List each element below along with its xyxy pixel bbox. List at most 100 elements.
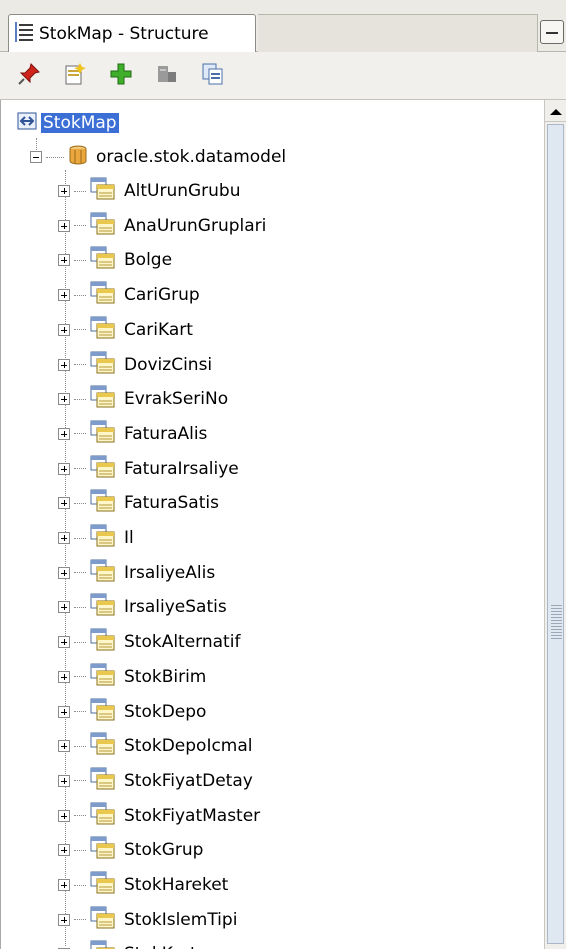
action-button[interactable]: [154, 63, 180, 89]
expand-toggle[interactable]: [58, 913, 70, 926]
structure-icon: [15, 21, 33, 46]
tree-item-row[interactable]: DovizCinsi: [58, 348, 212, 382]
expand-toggle[interactable]: [58, 601, 70, 614]
tree-item-label: FaturaSatis: [124, 493, 219, 514]
expand-toggle[interactable]: [58, 774, 70, 787]
tree-root-row[interactable]: StokMap: [17, 106, 119, 140]
expand-toggle[interactable]: [58, 427, 70, 440]
tree-connector: [74, 849, 86, 851]
tree-item-row[interactable]: FaturaIrsaliye: [58, 452, 239, 486]
tree-item-row[interactable]: StokFiyatDetay: [58, 764, 253, 798]
tree-connector: [74, 676, 86, 678]
view-object-icon: [90, 351, 116, 379]
tree-item-row[interactable]: AnaUrunGruplari: [58, 209, 266, 243]
tree-item-row[interactable]: EvrakSeriNo: [58, 382, 228, 416]
tree-item-label: IrsaliyeAlis: [124, 562, 216, 583]
tree-item-row[interactable]: FaturaSatis: [58, 486, 219, 520]
view-object-icon: [90, 489, 116, 517]
expand-toggle[interactable]: [58, 497, 70, 510]
tree-connector: [74, 572, 86, 574]
tree-item-row[interactable]: StokDepo: [58, 695, 206, 729]
tree-item-row[interactable]: Il: [58, 521, 134, 555]
expand-toggle[interactable]: [58, 532, 70, 544]
expand-toggle[interactable]: [58, 254, 70, 267]
minimize-button[interactable]: [540, 20, 564, 44]
tree-item-row[interactable]: AltUrunGrubu: [58, 174, 241, 208]
tree-item-row[interactable]: IrsaliyeSatis: [58, 590, 227, 624]
expand-toggle[interactable]: [58, 636, 70, 649]
tree-connector: [74, 329, 86, 331]
view-object-icon: [90, 940, 116, 949]
copy-icon: [201, 62, 225, 90]
tree-connector: [74, 225, 86, 227]
expand-toggle[interactable]: [58, 705, 70, 718]
pin-icon: [17, 62, 41, 90]
tree-connector: [74, 711, 86, 712]
tree-connector: [74, 537, 86, 539]
tree-item-row[interactable]: StokKart: [58, 937, 197, 949]
tree-item-row[interactable]: StokHareket: [58, 868, 228, 902]
expand-toggle[interactable]: [58, 185, 70, 197]
expand-toggle[interactable]: [58, 462, 70, 475]
tree-item-row[interactable]: CariGrup: [58, 278, 200, 312]
expand-toggle[interactable]: [58, 809, 70, 822]
scroll-thumb[interactable]: [547, 124, 564, 944]
view-object-icon: [90, 524, 116, 552]
view-object-icon: [90, 455, 116, 483]
tree-item-label: StokIslemTipi: [124, 909, 238, 930]
tree-connector: [74, 919, 86, 921]
expand-toggle[interactable]: [58, 740, 70, 753]
tree-item-row[interactable]: StokGrup: [58, 833, 203, 867]
tree-item-label: DovizCinsi: [124, 354, 213, 375]
tree-package-row[interactable]: oracle.stok.datamodel: [30, 140, 286, 174]
tree-item-row[interactable]: IrsaliyeAlis: [58, 556, 215, 590]
tree-item-label: CariKart: [124, 319, 193, 340]
expand-toggle[interactable]: [58, 670, 70, 683]
tree-item-label: StokBirim: [124, 666, 207, 687]
tree-item-label: CariGrup: [124, 285, 200, 306]
tree-item-row[interactable]: CariKart: [58, 313, 193, 347]
tree-item-label: FaturaIrsaliye: [124, 458, 239, 479]
tree-item-row[interactable]: StokFiyatMaster: [58, 799, 260, 833]
expand-toggle[interactable]: [58, 219, 70, 232]
tree-item-row[interactable]: StokIslemTipi: [58, 903, 237, 937]
tree-item-label: StokDepo: [124, 701, 207, 722]
view-object-icon: [90, 698, 116, 726]
tree-item-label: StokDepoIcmal: [124, 736, 253, 757]
map-icon: [17, 111, 37, 135]
expand-toggle[interactable]: [58, 566, 70, 579]
tree-item-row[interactable]: Bolge: [58, 243, 172, 277]
expand-toggle[interactable]: [58, 323, 70, 336]
tree-package-label: oracle.stok.datamodel: [96, 147, 287, 167]
vertical-scrollbar[interactable]: [544, 100, 566, 949]
tree-item-label: Il: [124, 528, 134, 548]
tree-connector: [74, 190, 86, 192]
add-button[interactable]: [108, 63, 134, 89]
expand-toggle[interactable]: [58, 289, 70, 302]
pin-button[interactable]: [16, 62, 42, 90]
view-object-icon: [90, 177, 116, 205]
arrow-up-icon: [550, 101, 562, 120]
scroll-up-button[interactable]: [545, 100, 566, 122]
tree-item-label: EvrakSeriNo: [124, 389, 229, 410]
tree-item-row[interactable]: StokDepoIcmal: [58, 729, 253, 763]
tree-connector: [74, 364, 86, 365]
expand-toggle[interactable]: [58, 879, 70, 891]
view-object-icon: [90, 663, 116, 691]
tree-item-row[interactable]: StokAlternatif: [58, 625, 240, 659]
copy-button[interactable]: [200, 63, 226, 89]
new-button[interactable]: [62, 62, 88, 89]
tree-connector: [74, 502, 86, 504]
tree-item-row[interactable]: StokBirim: [58, 660, 206, 694]
collapse-toggle[interactable]: [30, 151, 42, 163]
tab-title: StokMap - Structure: [39, 23, 209, 44]
tree-connector: [74, 780, 86, 782]
expand-toggle[interactable]: [58, 358, 70, 371]
tree-connector: [74, 606, 86, 608]
tree-item-label: StokFiyatDetay: [124, 770, 253, 791]
structure-tab[interactable]: StokMap - Structure: [8, 14, 256, 52]
expand-toggle[interactable]: [58, 393, 70, 406]
tree-item-label: Bolge: [124, 250, 173, 271]
tree-item-row[interactable]: FaturaAlis: [58, 417, 207, 451]
expand-toggle[interactable]: [58, 844, 70, 857]
